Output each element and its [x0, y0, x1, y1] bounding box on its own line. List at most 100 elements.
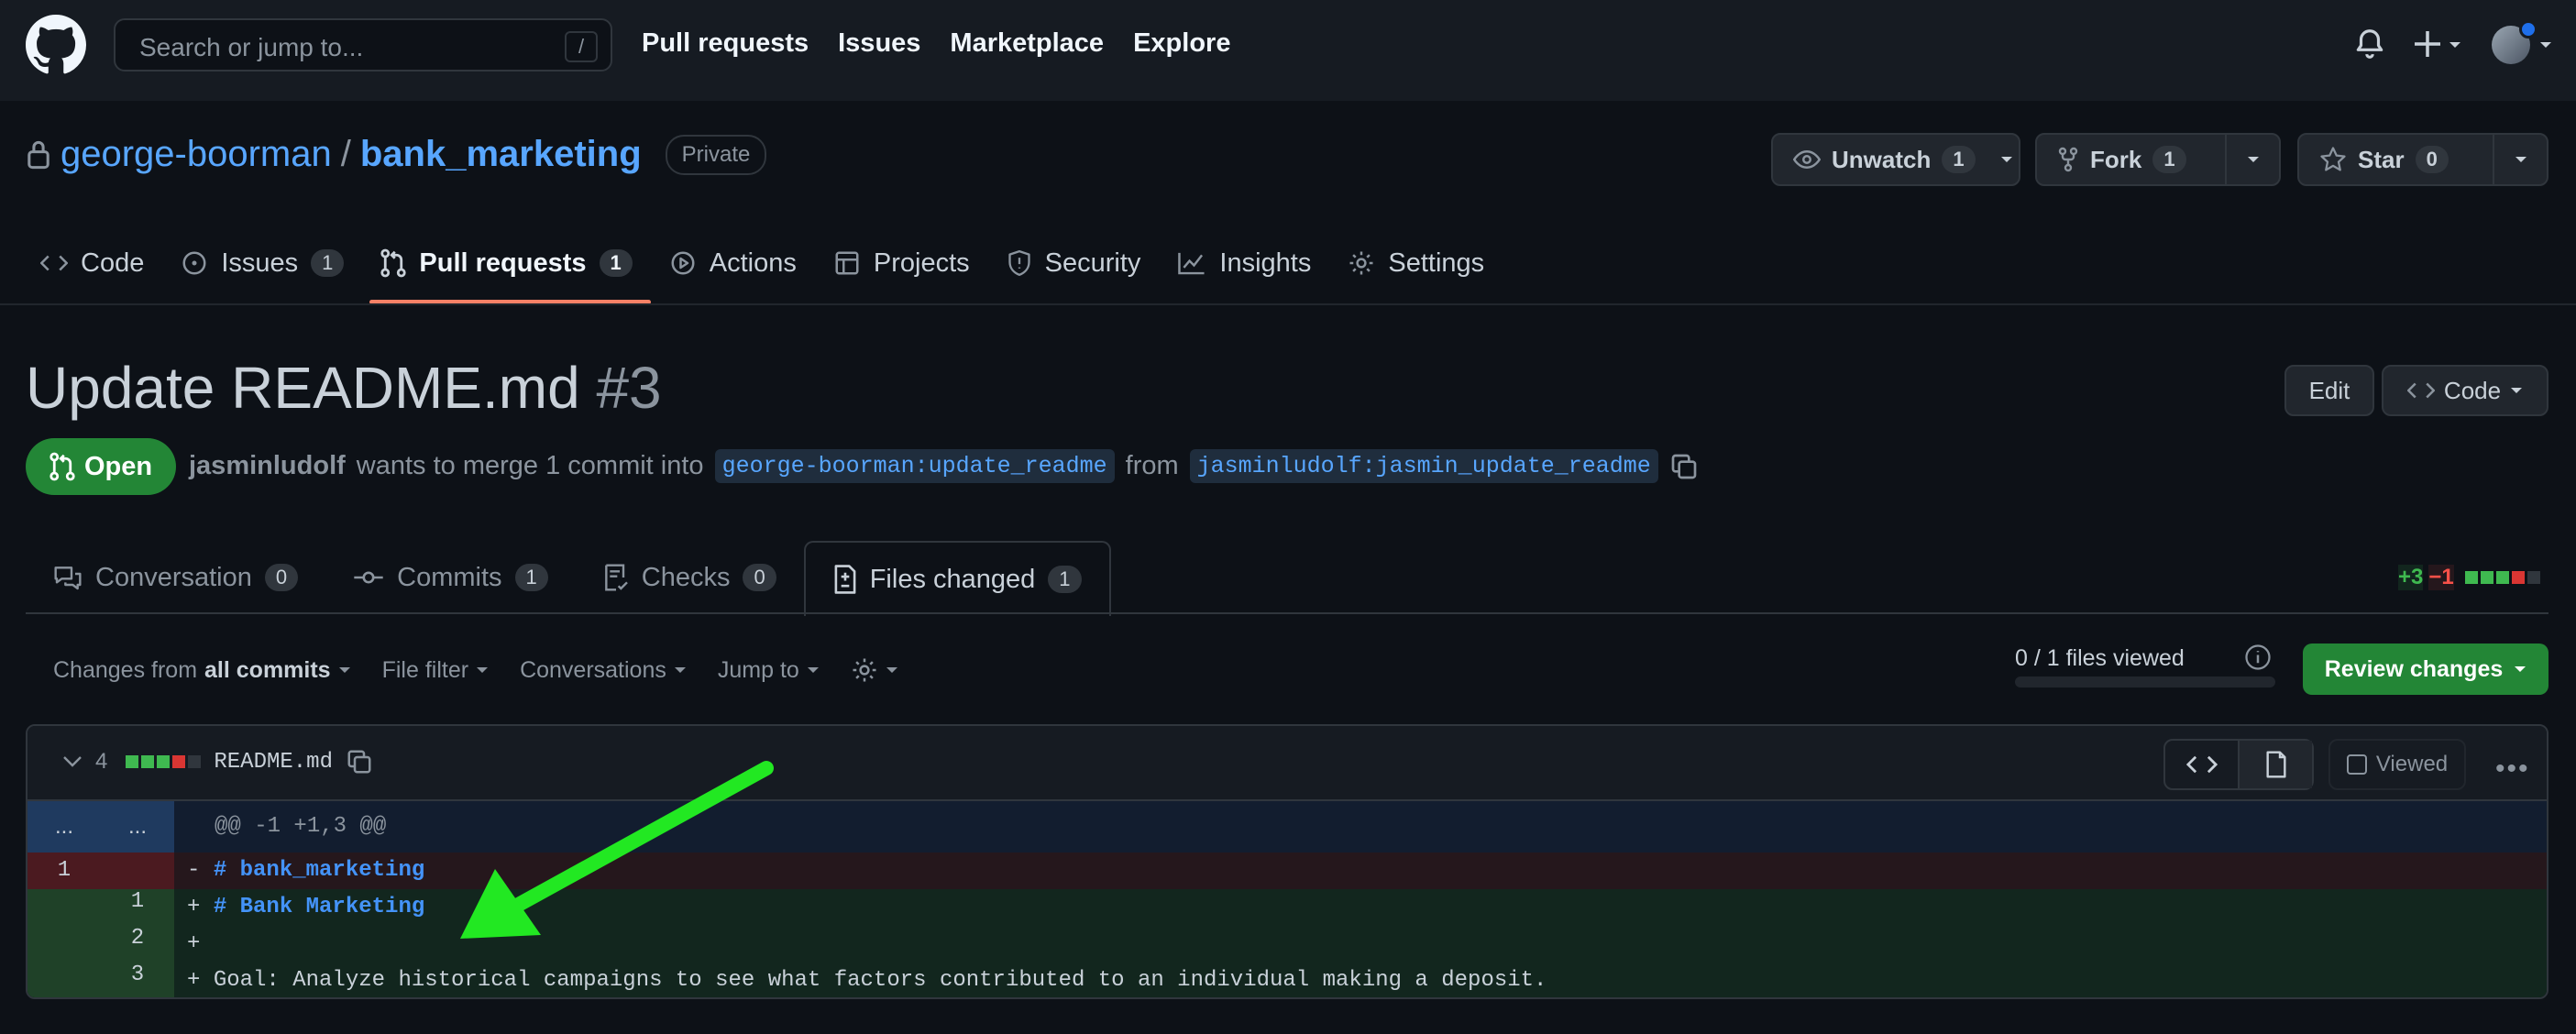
tab-pull-requests[interactable]: Pull requests 1 [366, 240, 654, 304]
star-dropdown[interactable] [2493, 135, 2547, 184]
diff-settings-dropdown[interactable] [851, 656, 898, 684]
diff-line: 1 + # Bank Marketing [28, 889, 2547, 926]
deletions-count: −1 [2428, 565, 2454, 590]
file-change-count: 4 [95, 749, 108, 774]
expand-down-button[interactable]: ... [101, 801, 174, 852]
file-filter-dropdown[interactable]: File filter [382, 656, 489, 684]
code-button[interactable]: Code [2382, 365, 2548, 416]
diff-line: 3 + Goal: Analyze historical campaigns t… [28, 962, 2547, 997]
tab-insights-label: Insights [1219, 248, 1312, 278]
graph-icon [1178, 252, 1205, 275]
copy-icon[interactable] [1669, 452, 1699, 481]
hunk-header: @@ -1 +1,3 @@ [215, 814, 387, 839]
tab-insights[interactable]: Insights [1162, 240, 1333, 286]
chevron-down-icon[interactable] [62, 755, 83, 768]
tab-checks[interactable]: Checks 0 [576, 541, 804, 614]
old-line-number[interactable] [28, 889, 101, 926]
new-line-number[interactable]: 1 [101, 889, 174, 926]
tab-issues-label: Issues [221, 248, 299, 278]
source-view-button[interactable] [2165, 741, 2238, 788]
new-line-number[interactable]: 2 [101, 926, 174, 962]
old-line-number[interactable] [28, 926, 101, 962]
star-button[interactable]: Star 0 [2299, 135, 2493, 184]
tab-files-changed[interactable]: Files changed 1 [803, 541, 1111, 616]
review-changes-label: Review changes [2324, 655, 2504, 682]
pr-author-link[interactable]: jasminludolf [189, 451, 346, 481]
chevron-down-icon [2515, 157, 2526, 162]
file-name-link[interactable]: README.md [214, 750, 333, 775]
edit-button[interactable]: Edit [2284, 365, 2374, 416]
tab-settings[interactable]: Settings [1333, 240, 1506, 286]
tab-issues[interactable]: Issues 1 [166, 240, 366, 286]
tab-checks-label: Checks [641, 562, 731, 592]
copy-icon[interactable] [346, 748, 373, 776]
expand-up-button[interactable]: ... [28, 801, 101, 852]
file-diffstat-blocks [126, 755, 202, 768]
head-branch-link[interactable]: jasminludolf:jasmin_update_readme [1189, 449, 1658, 483]
review-changes-button[interactable]: Review changes [2303, 644, 2548, 695]
nav-marketplace[interactable]: Marketplace [950, 28, 1104, 59]
code-icon [2185, 755, 2218, 774]
nav-pull-requests[interactable]: Pull requests [642, 28, 809, 59]
bell-icon[interactable] [2352, 26, 2387, 62]
tab-commits[interactable]: Commits 1 [325, 541, 576, 614]
base-branch-link[interactable]: george-boorman:update_readme [714, 449, 1115, 483]
repo-name-link[interactable]: bank_marketing [360, 134, 642, 175]
code-icon [2406, 382, 2435, 399]
old-line-number[interactable]: 1 [28, 852, 101, 889]
rich-view-button[interactable] [2238, 741, 2312, 788]
chevron-down-icon [2001, 157, 2013, 162]
create-new-plus-icon[interactable] [2413, 24, 2468, 64]
additions-count: +3 [2398, 565, 2424, 590]
pr-tabs-divider [26, 612, 2548, 614]
unwatch-dropdown[interactable] [1996, 135, 2019, 184]
pull-request-icon [380, 248, 407, 278]
nav-explore[interactable]: Explore [1133, 28, 1230, 59]
fork-button[interactable]: Fork 1 [2037, 135, 2225, 184]
tab-commits-label: Commits [397, 562, 502, 592]
tab-checks-count: 0 [743, 564, 776, 591]
tab-projects[interactable]: Projects [819, 240, 992, 286]
search-shortcut-key: / [565, 31, 598, 62]
tab-security[interactable]: Security [992, 240, 1163, 286]
file-diff: 4 README.md Viewed ••• ... ... @@ -1 +1,… [26, 724, 2548, 999]
tab-actions[interactable]: Actions [655, 240, 819, 286]
tab-code[interactable]: Code [26, 240, 166, 286]
conversations-dropdown[interactable]: Conversations [520, 656, 687, 684]
github-logo-icon[interactable] [26, 15, 86, 75]
tab-files-changed-count: 1 [1048, 566, 1082, 593]
jump-to-dropdown[interactable]: Jump to [718, 656, 820, 684]
chevron-down-icon[interactable] [2539, 40, 2552, 50]
info-icon[interactable] [2244, 644, 2272, 671]
diffstat-blocks [2464, 571, 2540, 584]
chevron-down-icon [807, 667, 819, 673]
more-options-icon[interactable]: ••• [2495, 754, 2530, 785]
nav-issues[interactable]: Issues [838, 28, 920, 59]
line-text: # Bank Marketing [213, 895, 425, 919]
tab-conversation[interactable]: Conversation 0 [26, 541, 325, 614]
diff-line: 1 - # bank_marketing [28, 852, 2547, 889]
unwatch-button[interactable]: Unwatch 1 [1773, 135, 1996, 184]
new-line-number[interactable] [101, 852, 174, 889]
star-button-group: Star 0 [2297, 133, 2548, 186]
pr-title-text: Update README.md [26, 355, 580, 421]
chevron-down-icon [338, 667, 350, 673]
tab-commits-count: 1 [514, 564, 548, 591]
pr-number: #3 [596, 355, 662, 421]
new-line-number[interactable]: 3 [101, 962, 174, 997]
search-placeholder: Search or jump to... [139, 33, 364, 61]
repo-owner-link[interactable]: george-boorman [61, 134, 332, 175]
viewed-checkbox[interactable]: Viewed [2328, 739, 2466, 790]
viewed-label: Viewed [2375, 752, 2449, 776]
changes-from-dropdown[interactable]: Changes from all commits [53, 656, 351, 684]
unwatch-label: Unwatch [1832, 145, 1932, 173]
fork-dropdown[interactable] [2225, 135, 2279, 184]
play-icon [671, 251, 695, 275]
fork-button-group: Fork 1 [2035, 133, 2281, 186]
search-input[interactable]: Search or jump to... / [114, 18, 612, 72]
old-line-number[interactable] [28, 962, 101, 997]
all-commits-label: all commits [204, 656, 331, 683]
fork-icon [2058, 147, 2078, 172]
chevron-down-icon [2511, 388, 2523, 393]
file-header: 4 README.md Viewed ••• [28, 726, 2547, 801]
